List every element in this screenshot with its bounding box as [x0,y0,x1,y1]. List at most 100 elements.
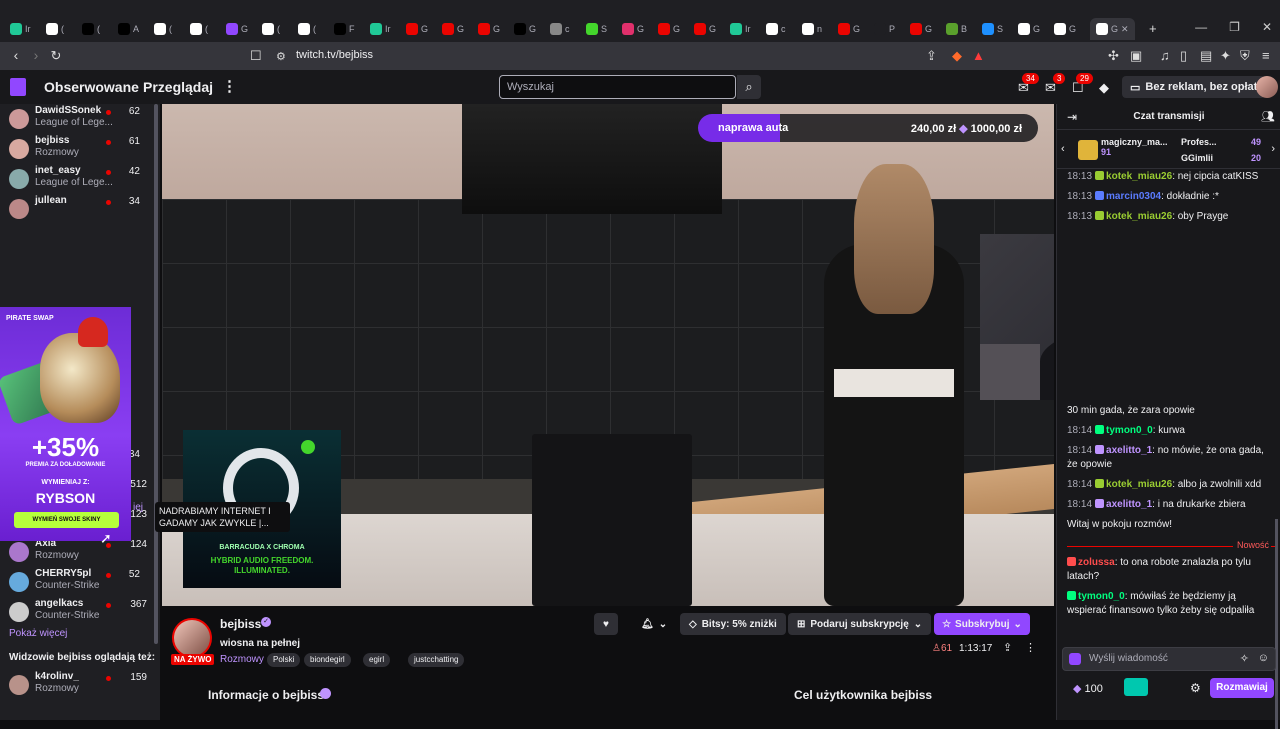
forward-icon[interactable]: › [26,47,46,63]
browser-tab[interactable]: ( [190,18,208,40]
sidebar-channel-item[interactable]: jullean 34 [0,194,160,224]
bits-cheer-icon[interactable]: ✧ [1240,652,1249,665]
browser-tab[interactable]: S [586,18,607,40]
restore-icon[interactable]: ❐ [1229,20,1240,34]
emote-picker-icon[interactable]: ☺ [1258,652,1269,664]
recommended-channel-item[interactable]: k4rolinv_ Rozmowy 159 [0,670,160,700]
stream-tag[interactable]: Polski [267,653,301,667]
message-user[interactable]: marcin0304 [1106,191,1161,202]
streamer-avatar[interactable] [172,618,212,658]
follow-heart-button[interactable]: ♥ [594,613,618,635]
wallet-icon[interactable]: ▤ [1200,48,1212,64]
browser-tab[interactable]: c [766,18,786,40]
browser-tab[interactable]: F [334,18,355,40]
browser-tab[interactable]: Ir [730,18,751,40]
top-gifter-1[interactable]: magiczny_ma... 91 [1101,137,1168,157]
turbo-button[interactable]: ▭ Bez reklam, bez opłat [1122,76,1266,98]
share-icon[interactable]: ⇪ [926,48,937,64]
extensions-icon[interactable]: ✣ [1108,48,1119,64]
browser-tab[interactable]: B [946,18,967,40]
sidebar-scrollbar[interactable] [154,104,158,644]
stream-tag[interactable]: justcchatting [408,653,465,667]
browser-tab[interactable]: ( [82,18,100,40]
browser-tab[interactable]: G [838,18,860,40]
browser-tab[interactable]: G [622,18,644,40]
browser-tab[interactable]: ( [262,18,280,40]
chevron-left-icon[interactable]: ‹ [1061,143,1065,155]
twitch-logo-icon[interactable] [10,78,26,96]
browser-tab[interactable]: G [658,18,680,40]
show-more-link[interactable]: Pokaż więcej [9,628,67,639]
close-tab-icon[interactable]: ✕ [1121,24,1129,35]
gift-sub-button[interactable]: ⊞ Podaruj subskrypcję ⌄ [788,613,932,635]
sidebar-channel-item[interactable]: inet_easy League of Lege... 42 [0,164,160,194]
browser-tab[interactable]: Ir [370,18,391,40]
stream-tag[interactable]: egirl [363,653,391,667]
chevron-right-icon[interactable]: › [1271,143,1275,155]
minimize-icon[interactable]: — [1195,20,1207,34]
url-field[interactable]: twitch.tv/bejbiss [296,49,373,61]
vpn-icon[interactable]: ⛨ [1240,48,1250,64]
chat-badge-icon[interactable] [1069,653,1081,665]
chat-settings-icon[interactable]: ⚙ [1190,681,1201,695]
top-gifter-2[interactable]: Profes... [1181,137,1217,147]
message-user[interactable]: tymon0_0 [1078,591,1125,602]
browser-tab[interactable]: ( [154,18,172,40]
more-icon[interactable]: ⋮ [222,77,237,95]
leo-icon[interactable]: ✦ [1220,48,1231,64]
search-icon[interactable]: ⌕ [737,75,761,99]
send-chat-button[interactable]: Rozmawiaj [1210,678,1274,698]
brave-rewards-icon[interactable]: ▲ [972,48,985,63]
chat-users-icon[interactable]: 👥︎ [1261,110,1275,123]
browser-tab[interactable]: P [874,18,895,40]
browser-tab[interactable]: ( [46,18,64,40]
new-tab-button[interactable]: + [1149,21,1157,36]
chat-input[interactable]: Wyślij wiadomość ✧ ☺ [1062,647,1276,671]
sidebar-toggle-icon[interactable]: ▯ [1180,48,1187,64]
back-icon[interactable]: ‹ [6,47,26,63]
browser-tab[interactable]: Ir [10,18,31,40]
reload-icon[interactable]: ↻ [46,48,66,64]
stream-category[interactable]: Rozmowy [220,654,264,665]
sidebar-channel-item[interactable]: angelkacs Counter-Strike 367 [0,597,160,627]
search-input[interactable]: Wyszukaj [499,75,736,99]
browser-tab[interactable]: n [802,18,822,40]
browser-tab[interactable]: G [514,18,536,40]
bits-icon[interactable]: ◆ [1099,80,1109,96]
more-options-icon[interactable]: ⋮ [1025,641,1036,654]
sidebar-channel-item[interactable]: Axia Rozmowy 124 [0,537,160,567]
browser-tab[interactable]: G [1054,18,1076,40]
browser-tab[interactable]: G [226,18,248,40]
close-window-icon[interactable]: ✕ [1262,20,1272,34]
top-gifter-3[interactable]: GGimlii [1181,153,1213,163]
browser-tab[interactable]: S [982,18,1003,40]
browse-link[interactable]: Przeglądaj [143,79,213,95]
bookmark-icon[interactable]: ☐ [250,48,262,64]
message-user[interactable]: kotek_miau26 [1106,479,1172,490]
brave-shield-icon[interactable]: ◆ [952,48,962,64]
message-user[interactable]: kotek_miau26 [1106,211,1172,222]
message-user[interactable]: zolussa [1078,557,1115,568]
share-stream-icon[interactable]: ⇪ [1003,641,1012,654]
site-info-icon[interactable]: ⚙ [276,50,286,63]
browser-tab[interactable]: A [118,18,139,40]
subscribe-button[interactable]: ☆ Subskrybuj ⌄ [934,613,1030,635]
browser-tab[interactable]: G [442,18,464,40]
message-user[interactable]: tymon0_0 [1106,425,1153,436]
browser-tab[interactable]: G [1018,18,1040,40]
notifications-bell-button[interactable]: 🔔︎ ⌄ [632,613,670,635]
stream-tag[interactable]: biondegirl [304,653,351,667]
bits-discount-button[interactable]: ◇ Bitsy: 5% zniżki [680,613,786,635]
menu-icon[interactable]: ≡ [1262,48,1270,63]
streamer-name[interactable]: bejbiss [220,617,261,631]
sidebar-channel-item[interactable]: CHERRY5pl Counter-Strike 52 [0,567,160,597]
user-avatar[interactable] [1256,76,1278,98]
browser-tab[interactable]: G [478,18,500,40]
tab-search-icon[interactable]: ▣ [1130,48,1142,64]
channel-points[interactable]: ◆ 100 [1073,682,1103,695]
sidebar-channel-item[interactable]: bejbiss Rozmowy 61 [0,134,160,164]
message-user[interactable]: kotek_miau26 [1106,171,1172,182]
following-link[interactable]: Obserwowane [44,79,139,95]
browser-tab[interactable]: G ✕ [1090,18,1135,40]
browser-tab[interactable]: G [910,18,932,40]
